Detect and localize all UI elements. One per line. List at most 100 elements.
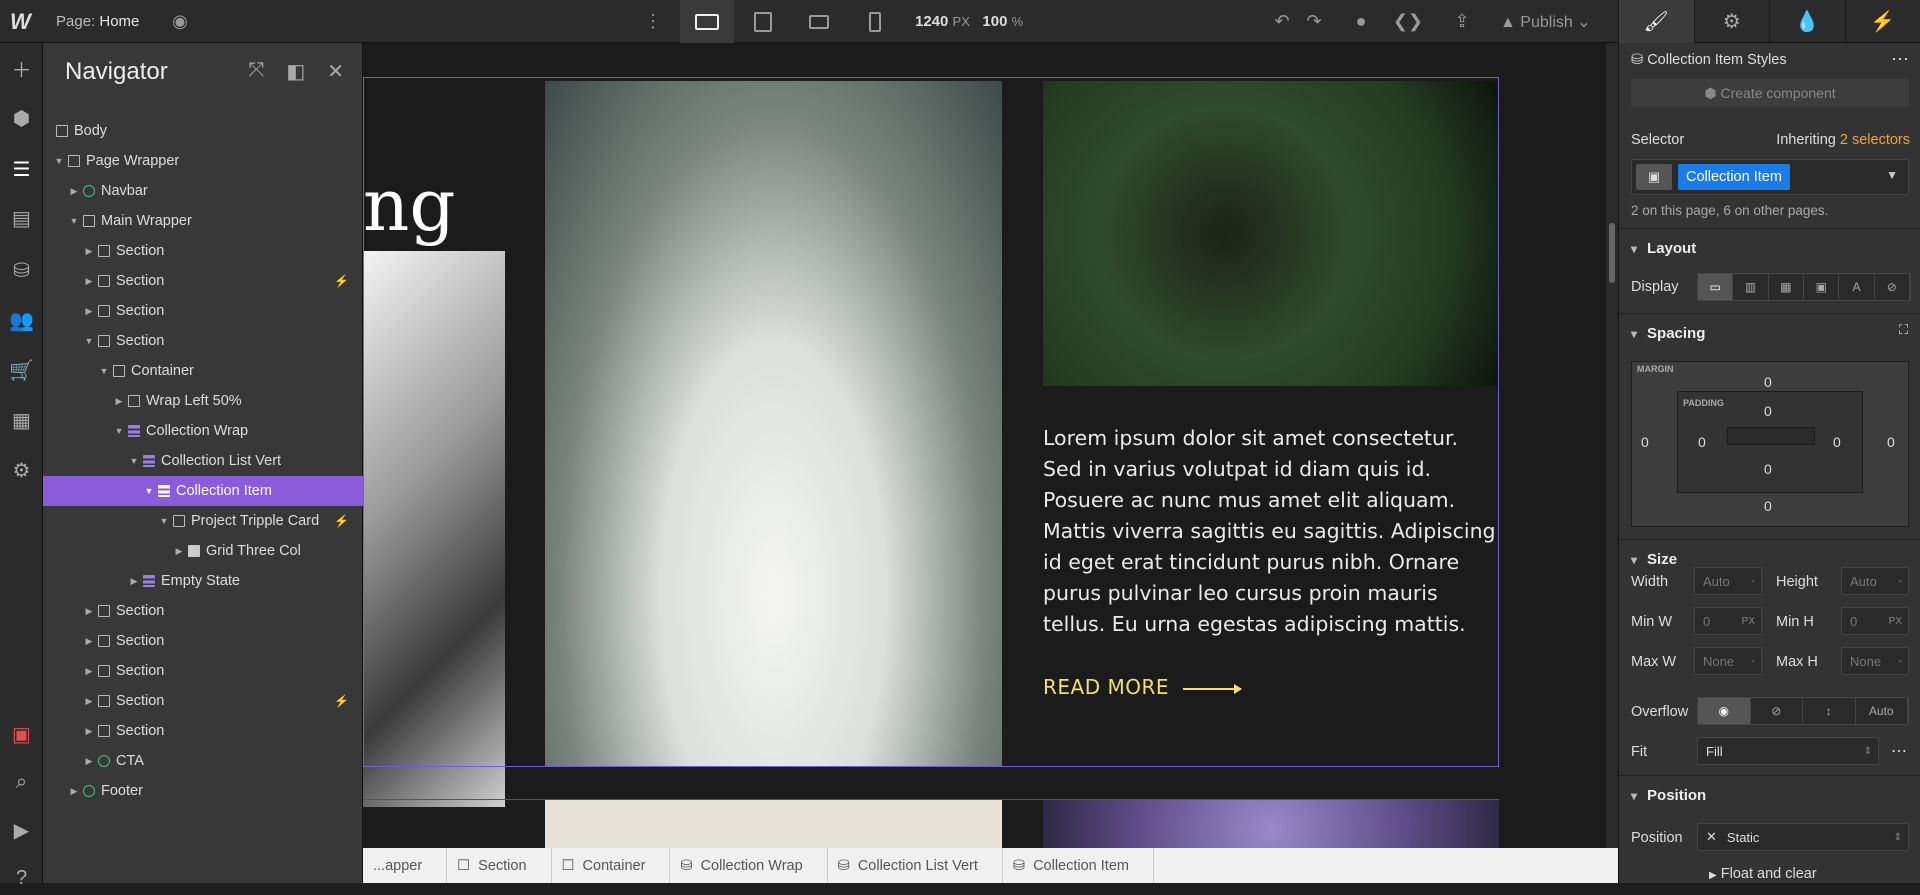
spacing-section-header[interactable]: Spacing [1619,313,1920,353]
padding-left-value[interactable]: 0 [1698,434,1706,450]
tree-item-collection-list[interactable]: ▼Collection List Vert [43,446,363,476]
display-inline-block-icon[interactable]: ▣ [1804,274,1839,300]
design-canvas[interactable]: ng Lorem ipsum dolor sit amet consectetu… [363,43,1606,848]
height-input[interactable]: Auto- [1841,567,1909,595]
caret-right-icon[interactable]: ▶ [83,276,95,287]
float-clear-toggle[interactable]: ▶ Float and clear [1709,866,1817,882]
mobile-landscape-button[interactable] [792,0,846,43]
tree-item-section[interactable]: ▶Section⚡ [43,266,363,296]
tree-item-section[interactable]: ▶Section [43,296,363,326]
min-height-input[interactable]: 0PX [1841,607,1909,635]
selector-icon[interactable]: ▣ [1636,164,1672,190]
cms-database-icon[interactable]: ⛁ [0,253,43,287]
settings-tab[interactable]: ⚙ [1694,0,1770,43]
tree-item-section[interactable]: ▶Section [43,596,363,626]
caret-down-icon[interactable]: ▼ [113,426,125,436]
flowers-image-next-row[interactable] [1043,800,1499,848]
caret-right-icon[interactable]: ▶ [83,606,95,617]
breadcrumb-item[interactable]: ☐Container [552,848,671,883]
tree-item-grid[interactable]: ▶Grid Three Col [43,536,363,566]
scrollbar-thumb[interactable] [1609,223,1615,283]
caret-right-icon[interactable]: ▶ [83,696,95,707]
caret-right-icon[interactable]: ▶ [173,546,185,557]
margin-left-value[interactable]: 0 [1641,434,1649,450]
pages-icon[interactable]: ▤ [0,201,43,235]
mobile-portrait-button[interactable] [848,0,902,43]
caret-down-icon[interactable]: ▼ [143,486,155,496]
tree-item-collection-item-selected[interactable]: ▼Collection Item [43,476,363,506]
tree-item-collection-wrap[interactable]: ▼Collection Wrap [43,416,363,446]
create-component-button[interactable]: ⬢ Create component [1631,79,1909,107]
tree-item-page-wrapper[interactable]: ▼Page Wrapper [43,146,363,176]
max-height-input[interactable]: None- [1841,647,1909,675]
inheriting-count[interactable]: 2 selectors [1840,132,1910,148]
caret-right-icon[interactable]: ▶ [83,666,95,677]
preview-eye-icon[interactable]: ◉ [170,8,190,34]
fit-select[interactable]: Fill⇕ [1697,737,1879,765]
settings-gear-icon[interactable]: ⚙ [0,453,43,487]
selector-field[interactable]: ▣ Collection Item ▼ [1631,159,1909,195]
display-grid-icon[interactable]: ▦ [1769,274,1804,300]
tree-item-navbar[interactable]: ▶Navbar [43,176,363,206]
page-selector[interactable]: Page: Home [56,13,139,30]
style-brush-tab[interactable]: 🖌 [1618,0,1694,43]
tree-item-wrap-left[interactable]: ▶Wrap Left 50% [43,386,363,416]
more-options-icon[interactable]: ⋯ [1891,741,1907,761]
margin-bottom-value[interactable]: 0 [1764,498,1772,514]
tree-item-footer[interactable]: ▶Footer [43,776,363,806]
components-cube-icon[interactable]: ⬢ [0,101,43,135]
assets-icon[interactable]: ▦ [0,403,43,437]
layout-section-header[interactable]: Layout [1619,228,1920,268]
more-options-icon[interactable]: ⋯ [1891,49,1909,70]
tree-item-empty-state[interactable]: ▶Empty State [43,566,363,596]
style-manager-tab[interactable]: 💧 [1769,0,1845,43]
caret-right-icon[interactable]: ▶ [113,396,125,407]
ecommerce-cart-icon[interactable]: 🛒 [0,353,43,387]
breadcrumb-item[interactable]: ⛁Collection Item [1003,848,1154,883]
min-width-input[interactable]: 0PX [1694,607,1762,635]
position-section-header[interactable]: Position [1619,775,1920,815]
more-vertical-icon[interactable]: ⋮ [645,8,661,34]
overflow-auto-button[interactable]: Auto [1856,698,1909,724]
margin-top-value[interactable]: 0 [1764,374,1772,390]
tree-item-section[interactable]: ▼Section [43,326,363,356]
undo-icon[interactable]: ↶ [1272,8,1292,34]
breadcrumb-item[interactable]: ☐Section [447,848,551,883]
max-width-input[interactable]: None- [1694,647,1762,675]
display-inline-icon[interactable]: A [1839,274,1874,300]
caret-down-icon[interactable]: ▼ [53,156,65,166]
overflow-visible-eye-icon[interactable]: ◉ [1698,698,1751,724]
publish-button[interactable]: ▲ Publish ⌄ [1500,12,1591,32]
tree-item-container[interactable]: ▼Container [43,356,363,386]
caret-right-icon[interactable]: ▶ [83,726,95,737]
caret-right-icon[interactable]: ▶ [83,246,95,257]
users-icon[interactable]: 👥 [0,303,43,337]
overflow-hidden-icon[interactable]: ⊘ [1751,698,1804,724]
padding-right-value[interactable]: 0 [1833,434,1841,450]
tree-item-body[interactable]: Body [43,116,363,146]
caret-down-icon[interactable]: ▼ [68,216,80,226]
chevron-down-icon[interactable]: ▼ [1886,168,1898,182]
caret-down-icon[interactable]: ▼ [158,516,170,526]
comments-icon[interactable]: ● [1348,8,1374,34]
caret-down-icon[interactable]: ▼ [128,456,140,466]
redo-icon[interactable]: ↷ [1304,8,1324,34]
selector-chip[interactable]: Collection Item [1678,164,1790,190]
caret-right-icon[interactable]: ▶ [83,756,95,767]
caret-right-icon[interactable]: ▶ [68,786,80,797]
code-icon[interactable]: ❮❯ [1395,8,1421,34]
close-icon[interactable]: ✕ [327,59,344,84]
video-tutorials-icon[interactable]: ▶ [0,813,43,847]
collapse-all-icon[interactable]: ⤧ [248,59,264,84]
display-none-icon[interactable]: ⊘ [1875,274,1910,300]
padding-top-value[interactable]: 0 [1764,403,1772,419]
canvas-scrollbar[interactable] [1606,43,1618,848]
record-icon[interactable]: ▣ [0,717,43,751]
breadcrumb-item[interactable]: ...apper [363,848,447,883]
tree-item-cta[interactable]: ▶CTA [43,746,363,776]
breadcrumb-item[interactable]: ⛁Collection Wrap [670,848,827,883]
overflow-scroll-icon[interactable]: ↕ [1803,698,1856,724]
tree-item-section[interactable]: ▶Section [43,716,363,746]
add-element-icon[interactable]: ＋ [0,51,43,85]
tree-item-section[interactable]: ▶Section [43,236,363,266]
